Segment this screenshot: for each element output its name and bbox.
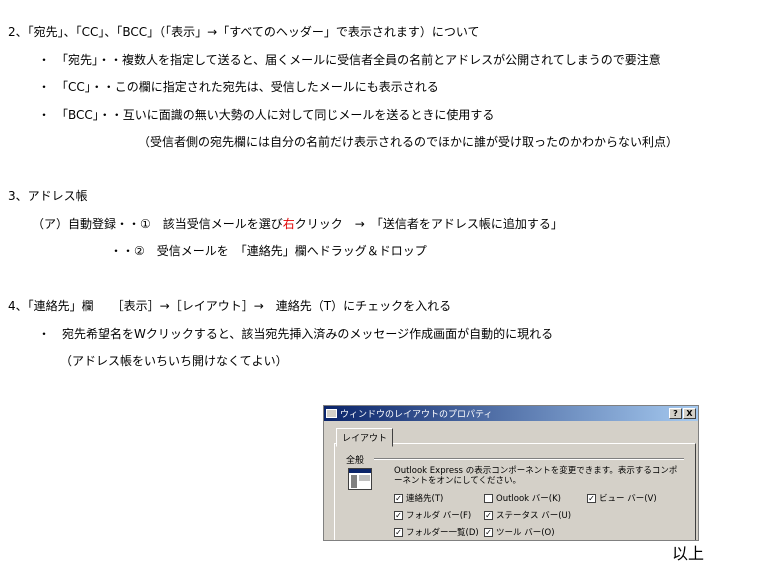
window-icon — [326, 409, 337, 418]
closing-text: 以上 — [672, 544, 705, 563]
dialog-titlebar: ウィンドウのレイアウトのプロパティ ? X — [324, 406, 698, 421]
section2-bullet-bcc: ・ 「BCC」・・互いに面識の無い大勢の人に対して同じメールを送るときに使用する — [38, 108, 495, 122]
section3-auto-register-part1: （ア）自動登録・・① 該当受信メールを選び — [32, 217, 283, 231]
checkbox-toolbar[interactable]: ✓ — [484, 527, 493, 537]
help-button[interactable]: ? — [669, 408, 682, 419]
option-contacts[interactable]: ✓ 連絡先(T) — [394, 492, 443, 504]
checkbox-status-bar[interactable]: ✓ — [484, 510, 493, 520]
dialog-description: Outlook Express の表示コンポーネントを変更できます。表示するコン… — [394, 466, 678, 486]
window-layout-dialog: ウィンドウのレイアウトのプロパティ ? X レイアウト 全般 Outlook E… — [323, 405, 699, 541]
checkbox-views-bar[interactable]: ✓ — [587, 493, 596, 503]
option-outlook-bar[interactable]: Outlook バー(K) — [484, 492, 561, 504]
layout-icon — [348, 468, 372, 490]
section3-drag-drop: ・・② 受信メールを 「連絡先」欄へドラッグ＆ドロップ — [110, 244, 427, 258]
section4-heading: 4、「連絡先」欄 ［表示］→［レイアウト］→ 連絡先（T）にチェックを入れる — [8, 299, 452, 313]
option-toolbar-label: ツール バー(O) — [496, 528, 555, 538]
option-status-bar[interactable]: ✓ ステータス バー(U) — [484, 509, 571, 521]
section3-auto-register: （ア）自動登録・・① 該当受信メールを選び右クリック → 「送信者をアドレス帳に… — [32, 216, 563, 232]
dialog-title: ウィンドウのレイアウトのプロパティ — [340, 410, 493, 420]
option-status-bar-label: ステータス バー(U) — [496, 511, 572, 521]
checkbox-outlook-bar[interactable] — [484, 493, 493, 503]
section3-heading: 3、アドレス帳 — [8, 189, 88, 203]
option-views-bar[interactable]: ✓ ビュー バー(V) — [587, 492, 657, 504]
section4-note: （アドレス帳をいちいち開けなくてよい） — [60, 354, 288, 368]
emphasis-right: 右 — [282, 217, 295, 231]
group-general-label: 全般 — [346, 456, 365, 466]
checkbox-folder-list[interactable]: ✓ — [394, 527, 403, 537]
group-divider — [374, 458, 684, 460]
section3-auto-register-part2: クリック → 「送信者をアドレス帳に追加する」 — [294, 217, 563, 231]
option-folder-list[interactable]: ✓ フォルダー一覧(D) — [394, 526, 479, 538]
tab-layout[interactable]: レイアウト — [336, 428, 394, 447]
option-folder-bar[interactable]: ✓ フォルダ バー(F) — [394, 509, 471, 521]
section4-bullet: ・ 宛先希望名をWクリックすると、該当宛先挿入済みのメッセージ作成画面が自動的に… — [38, 327, 554, 341]
option-outlook-bar-label: Outlook バー(K) — [496, 494, 562, 504]
checkbox-contacts[interactable]: ✓ — [394, 493, 403, 503]
option-folder-list-label: フォルダー一覧(D) — [406, 528, 479, 538]
section2-heading: 2、「宛先」、「CC」、「BCC」（「表示」→「すべてのヘッダー」で表示されます… — [8, 25, 480, 39]
section2-bullet-cc: ・ 「CC」・・この欄に指定された宛先は、受信したメールにも表示される — [38, 80, 439, 94]
section2-bcc-note: （受信者側の宛先欄には自分の名前だけ表示されるのでほかに誰が受け取ったのかわから… — [138, 135, 679, 149]
option-folder-bar-label: フォルダ バー(F) — [406, 511, 472, 521]
option-toolbar[interactable]: ✓ ツール バー(O) — [484, 526, 555, 538]
option-views-bar-label: ビュー バー(V) — [599, 494, 657, 504]
option-contacts-label: 連絡先(T) — [406, 494, 444, 504]
close-button[interactable]: X — [683, 408, 696, 419]
section2-bullet-to: ・ 「宛先」・・複数人を指定して送ると、届くメールに受信者全員の名前とアドレスが… — [38, 53, 661, 67]
checkbox-folder-bar[interactable]: ✓ — [394, 510, 403, 520]
